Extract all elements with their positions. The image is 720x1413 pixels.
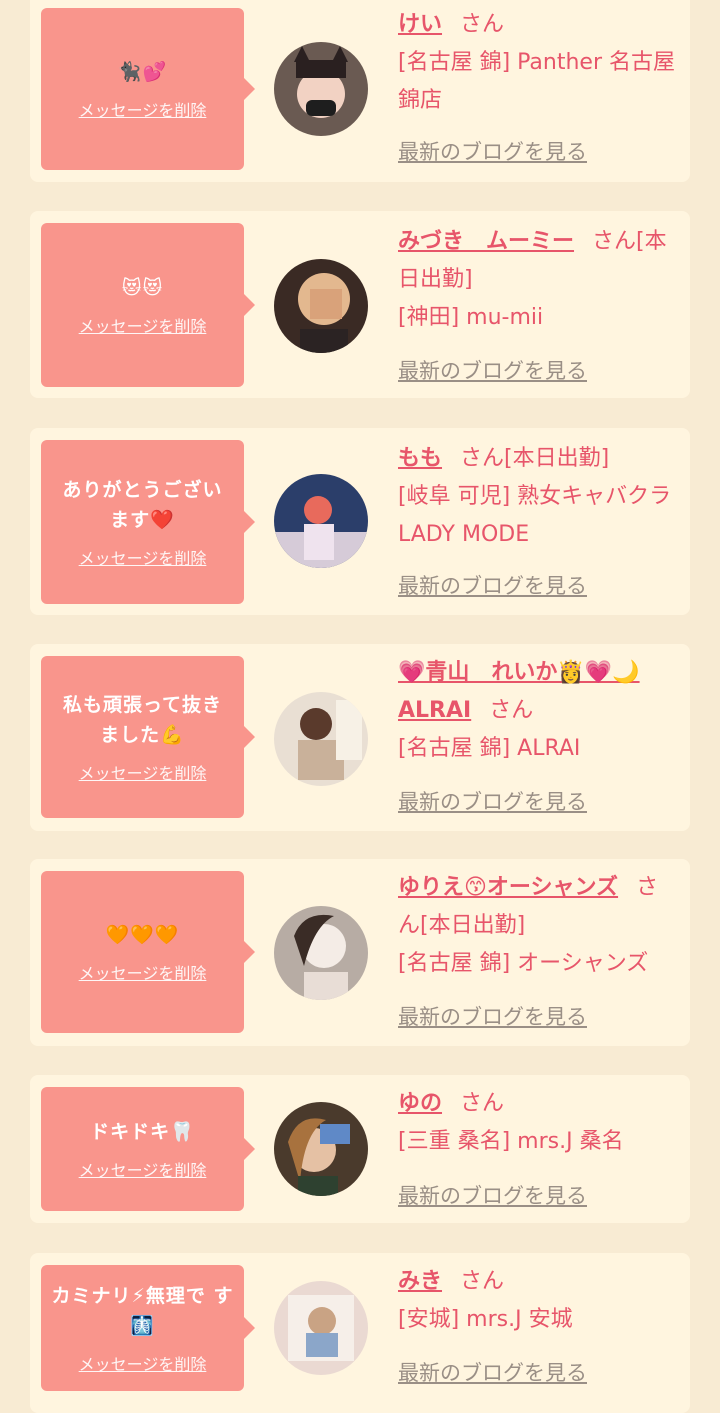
delete-message-link[interactable]: メッセージを削除 <box>79 313 207 337</box>
avatar[interactable] <box>274 906 368 1000</box>
delete-message-link[interactable]: メッセージを削除 <box>79 1157 207 1181</box>
delete-message-link[interactable]: メッセージを削除 <box>79 1351 207 1375</box>
girl-info: みづき ムーミー さん[本 日出勤] [神田] mu-mii <box>398 223 684 337</box>
delete-message-link[interactable]: メッセージを削除 <box>79 960 207 984</box>
girl-info: もも さん[本日出勤] [岐阜 可児] 熟女キャバクラ LADY MODE <box>398 440 684 554</box>
message-bubble: ドキドキ🦷 メッセージを削除 <box>41 1087 255 1211</box>
message-bubble: ありがとうござい ます❤️ メッセージを削除 <box>41 440 255 604</box>
honorific: さん <box>460 1091 505 1116</box>
girl-name-link[interactable]: ゆりえ😙オーシャンズ <box>398 875 618 900</box>
avatar[interactable] <box>274 259 368 353</box>
girl-info: みき さん [安城] mrs.J 安城 <box>398 1263 684 1339</box>
latest-blog-link[interactable]: 最新のブログを見る <box>398 570 587 600</box>
honorific: さん <box>460 12 505 37</box>
message-card: ドキドキ🦷 メッセージを削除 ゆの さん [三重 桑名] mrs.J 桑名 最新の… <box>30 1075 690 1223</box>
girl-info: ゆの さん [三重 桑名] mrs.J 桑名 <box>398 1085 684 1161</box>
message-bubble: 🧡🧡🧡 メッセージを削除 <box>41 871 255 1033</box>
girl-name-link[interactable]: けい <box>398 12 442 37</box>
message-card: ありがとうござい ます❤️ メッセージを削除 もも さん[本日出勤] [岐阜 可児… <box>30 428 690 615</box>
honorific: さん <box>460 1269 505 1294</box>
message-card: 私も頑張って抜き ました💪 メッセージを削除 💗青山 れいか👸💗🌙 ALRAI さ… <box>30 644 690 831</box>
latest-blog-link[interactable]: 最新のブログを見る <box>398 136 587 166</box>
delete-message-link[interactable]: メッセージを削除 <box>79 545 207 569</box>
girl-name-link[interactable]: ゆの <box>398 1091 442 1116</box>
message-card: 🧡🧡🧡 メッセージを削除 ゆりえ😙オーシャンズさ ん[本日出勤] [名古屋 錦]… <box>30 859 690 1046</box>
shop-line: ん[本日出勤] <box>398 913 526 938</box>
message-text: 🐈‍⬛💕 <box>117 61 168 83</box>
shop-line: [名古屋 錦] ALRAI <box>398 736 581 761</box>
girl-name-link[interactable]: ALRAI <box>398 698 471 723</box>
message-card: 😻😻 メッセージを削除 みづき ムーミー さん[本 日出勤] [神田] mu-mi… <box>30 211 690 398</box>
shop-line: [名古屋 錦] Panther 名古屋 <box>398 50 675 75</box>
girl-info: 💗青山 れいか👸💗🌙 ALRAI さん [名古屋 錦] ALRAI <box>398 654 684 768</box>
honorific: さん <box>489 698 534 723</box>
avatar[interactable] <box>274 1102 368 1196</box>
message-text: 🧡🧡🧡 <box>105 924 180 946</box>
message-bubble: 私も頑張って抜き ました💪 メッセージを削除 <box>41 656 255 818</box>
shop-line: 錦店 <box>398 88 443 113</box>
girl-name-link[interactable]: もも <box>398 446 442 471</box>
message-bubble: 😻😻 メッセージを削除 <box>41 223 255 387</box>
shop-line: [安城] mrs.J 安城 <box>398 1307 573 1332</box>
girl-info: けい さん [名古屋 錦] Panther 名古屋 錦店 <box>398 6 684 120</box>
message-bubble: カミナリ⚡無理で す🩻 メッセージを削除 <box>41 1265 255 1391</box>
girl-name-link[interactable]: 💗青山 れいか👸💗🌙 <box>398 660 640 685</box>
honorific: さ <box>636 875 659 900</box>
message-card: 🐈‍⬛💕 メッセージを削除 けい さん [名古屋 錦] Panther 名古屋 錦… <box>30 0 690 182</box>
girl-name-link[interactable]: みき <box>398 1269 442 1294</box>
shop-line: [岐阜 可児] 熟女キャバクラ <box>398 484 672 509</box>
delete-message-link[interactable]: メッセージを削除 <box>79 760 207 784</box>
girl-info: ゆりえ😙オーシャンズさ ん[本日出勤] [名古屋 錦] オーシャンズ <box>398 869 684 983</box>
delete-message-link[interactable]: メッセージを削除 <box>79 97 207 121</box>
girl-name-link[interactable]: みづき ムーミー <box>398 229 574 254</box>
message-text: ドキドキ🦷 <box>90 1121 195 1143</box>
honorific: さん[本 <box>592 229 667 254</box>
latest-blog-link[interactable]: 最新のブログを見る <box>398 355 587 385</box>
shop-line: LADY MODE <box>398 522 530 547</box>
avatar[interactable] <box>274 474 368 568</box>
message-text: ありがとうござい ます❤️ <box>62 479 223 531</box>
avatar[interactable] <box>274 692 368 786</box>
latest-blog-link[interactable]: 最新のブログを見る <box>398 786 587 816</box>
latest-blog-link[interactable]: 最新のブログを見る <box>398 1001 587 1031</box>
latest-blog-link[interactable]: 最新のブログを見る <box>398 1180 587 1210</box>
message-text: 私も頑張って抜き ました💪 <box>62 694 223 746</box>
avatar[interactable] <box>274 42 368 136</box>
message-text: カミナリ⚡無理で す🩻 <box>51 1285 234 1337</box>
message-card: カミナリ⚡無理で す🩻 メッセージを削除 みき さん [安城] mrs.J 安城 … <box>30 1253 690 1413</box>
avatar[interactable] <box>274 1281 368 1375</box>
shop-line: [三重 桑名] mrs.J 桑名 <box>398 1129 624 1154</box>
message-bubble: 🐈‍⬛💕 メッセージを削除 <box>41 8 255 170</box>
shop-line: [名古屋 錦] オーシャンズ <box>398 951 649 976</box>
shop-line: [神田] mu-mii <box>398 305 544 330</box>
shop-line: 日出勤] <box>398 267 473 292</box>
latest-blog-link[interactable]: 最新のブログを見る <box>398 1357 587 1387</box>
honorific: さん[本日出勤] <box>460 446 610 471</box>
message-text: 😻😻 <box>121 277 164 299</box>
